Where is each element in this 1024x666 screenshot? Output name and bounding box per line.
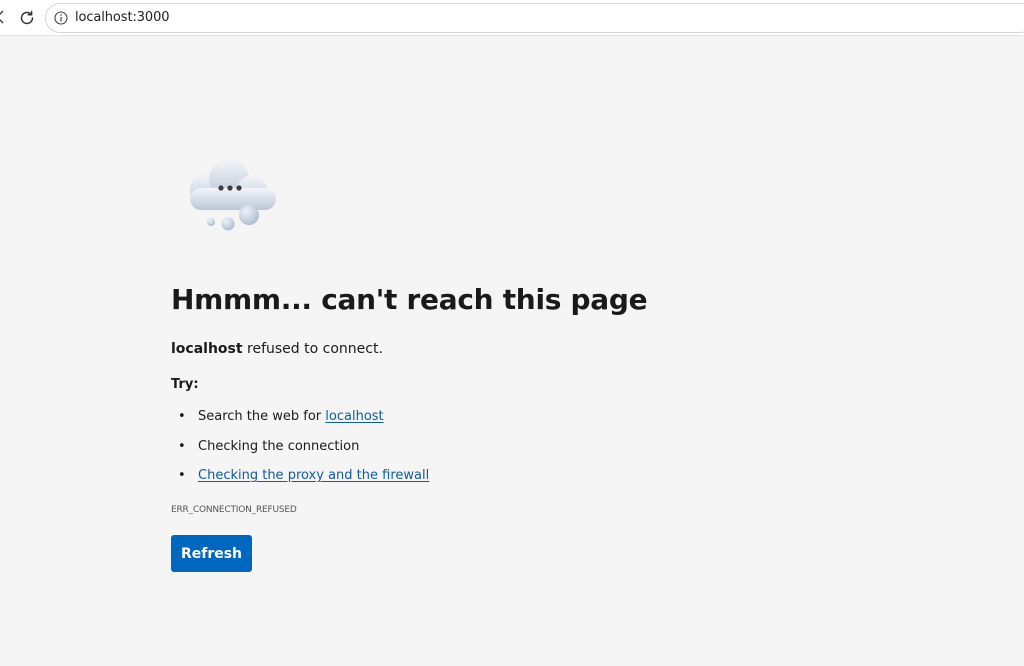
info-icon[interactable] xyxy=(54,11,68,25)
page-title: Hmmm... can't reach this page xyxy=(171,283,648,316)
proxy-firewall-link[interactable]: Checking the proxy and the firewall xyxy=(198,468,429,483)
suggestion-check-proxy: • Checking the proxy and the firewall xyxy=(178,466,429,486)
error-message-text: refused to connect. xyxy=(242,341,383,357)
bullet: • xyxy=(178,409,186,424)
suggestion-search-web: • Search the web for localhost xyxy=(178,407,384,427)
refresh-icon[interactable] xyxy=(18,9,36,27)
suggestion-check-connection: • Checking the connection xyxy=(178,437,359,457)
bullet: • xyxy=(178,439,186,454)
cloud-error-icon xyxy=(190,159,276,231)
try-label: Try: xyxy=(171,377,199,392)
search-localhost-link[interactable]: localhost xyxy=(325,409,383,424)
address-bar[interactable]: localhost:3000 xyxy=(45,3,1024,33)
bullet: • xyxy=(178,468,186,483)
error-message: localhost refused to connect. xyxy=(171,339,383,359)
url-text[interactable]: localhost:3000 xyxy=(75,9,170,27)
back-arrow-icon[interactable] xyxy=(0,9,6,25)
browser-toolbar: localhost:3000 xyxy=(0,0,1024,36)
host-name: localhost xyxy=(171,341,243,357)
suggestion-text: Checking the connection xyxy=(198,439,360,454)
suggestion-text: Search the web for xyxy=(198,409,326,424)
error-code: ERR_CONNECTION_REFUSED xyxy=(171,505,297,515)
refresh-button[interactable]: Refresh xyxy=(171,535,252,572)
